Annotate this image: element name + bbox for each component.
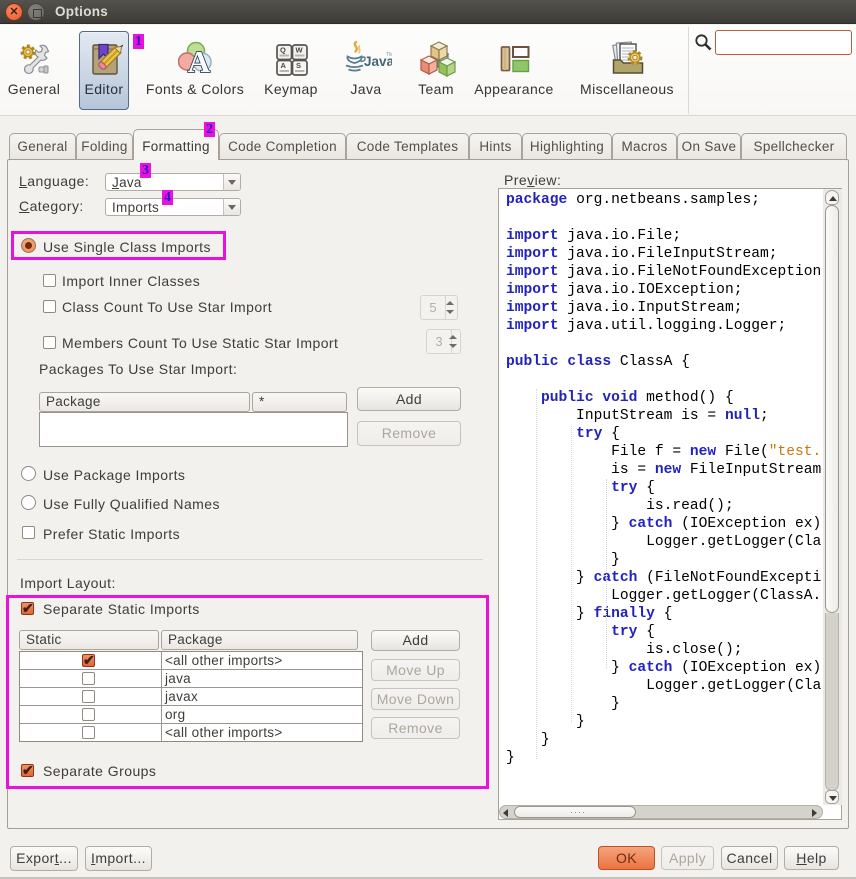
- svg-text:TM: TM: [386, 52, 392, 58]
- svg-text:A: A: [281, 61, 287, 70]
- svg-text:S: S: [296, 61, 301, 70]
- svg-text:W: W: [296, 46, 304, 55]
- svg-text:A: A: [188, 44, 211, 77]
- svg-text:Q: Q: [280, 46, 286, 55]
